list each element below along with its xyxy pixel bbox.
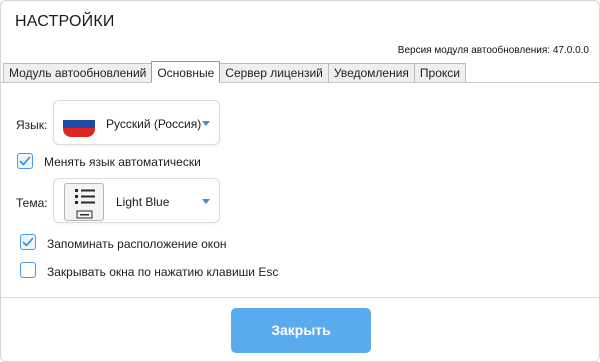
theme-preview-icon [64,183,104,221]
checkmark-icon [22,237,34,247]
settings-window: НАСТРОЙКИ Версия модуля автообновления: … [0,0,600,362]
tab-panel-border [1,82,599,83]
close-on-esc-label: Закрывать окна по нажатию клавиши Esc [47,265,279,279]
checkmark-icon [19,156,31,166]
remember-windows-checkbox[interactable] [20,234,36,250]
footer-divider [1,297,599,298]
window-title: НАСТРОЙКИ [15,13,115,30]
auto-language-checkbox[interactable] [17,153,33,169]
auto-language-label: Менять язык автоматически [44,155,201,169]
language-select[interactable]: Русский (Россия) [53,100,220,145]
tab-proxy[interactable]: Прокси [413,63,466,83]
tab-autoupdate-module[interactable]: Модуль автообновлений [3,63,153,83]
theme-select[interactable]: Light Blue [53,178,220,223]
autoupdate-version-text: Версия модуля автообновления: 47.0.0.0 [397,45,589,56]
theme-select-value: Light Blue [116,195,170,209]
tab-bar: Модуль автообновлений Основные Сервер ли… [3,61,466,83]
language-label: Язык: [16,118,48,132]
chevron-down-icon [202,199,210,204]
close-on-esc-checkbox[interactable] [20,262,36,278]
flag-stripe-blue [63,119,95,129]
tab-license-server[interactable]: Сервер лицензий [219,63,329,83]
close-button[interactable]: Закрыть [231,308,371,353]
theme-label: Тема: [16,196,48,210]
language-select-value: Русский (Россия) [106,117,202,131]
flag-stripe-red [63,128,95,137]
flag-stripe-white [63,111,95,120]
russia-flag-icon [63,111,95,137]
remember-windows-label: Запоминать расположение окон [47,237,227,251]
tab-general[interactable]: Основные [151,61,221,83]
list-layout-icon [75,189,95,219]
chevron-down-icon [202,121,210,126]
tab-notifications[interactable]: Уведомления [327,63,415,83]
